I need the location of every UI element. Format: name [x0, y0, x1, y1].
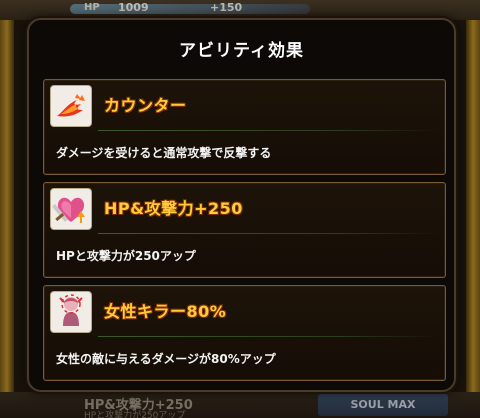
frame-right-edge	[466, 0, 480, 418]
soul-max-button[interactable]: SOUL MAX	[318, 394, 448, 416]
hp-gauge	[70, 4, 310, 14]
divider	[98, 336, 438, 337]
background-ability-sub: HPと攻撃力が250アップ	[84, 411, 186, 418]
ability-name: HP&攻撃力+250	[104, 199, 243, 218]
female-killer-icon	[50, 291, 92, 333]
ability-card-counter: カウンター ダメージを受けると通常攻撃で反撃する	[43, 79, 446, 175]
ability-effect-popup[interactable]: アビリティ効果 カウンター ダメージを受けると通常攻撃で反撃する HP&攻撃力+…	[27, 18, 456, 392]
hp-label: HP	[84, 2, 100, 13]
ability-card-female-killer: 女性キラー80% 女性の敵に与えるダメージが80%アップ	[43, 285, 446, 381]
popup-title: アビリティ効果	[179, 41, 304, 61]
divider	[98, 233, 438, 234]
heart-sword-icon	[50, 188, 92, 230]
ability-name: カウンター	[104, 96, 187, 115]
hp-bonus: +150	[210, 1, 243, 14]
flame-claw-icon	[50, 85, 92, 127]
ability-name: 女性キラー80%	[104, 302, 227, 321]
divider	[98, 130, 438, 131]
ability-description: 女性の敵に与えるダメージが80%アップ	[56, 352, 276, 366]
background-ability-row: HP&攻撃力+250 HPと攻撃力が250アップ SOUL MAX	[0, 392, 480, 418]
ability-description: HPと攻撃力が250アップ	[56, 249, 196, 263]
hp-value: 1009	[118, 1, 149, 14]
ability-description: ダメージを受けると通常攻撃で反撃する	[56, 146, 272, 160]
ability-card-hp-attack: HP&攻撃力+250 HPと攻撃力が250アップ	[43, 182, 446, 278]
frame-left-edge	[0, 0, 14, 418]
background-status-bar: HP 1009 +150	[0, 0, 480, 20]
